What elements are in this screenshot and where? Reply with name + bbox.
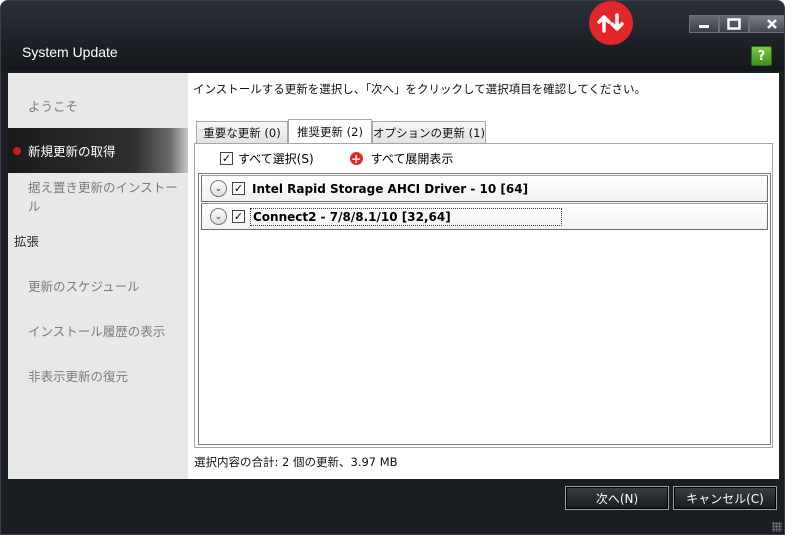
- panel-toolbar: ✓ すべて選択(S) + すべて展開表示: [220, 150, 453, 167]
- selection-summary: 選択内容の合計: 2 個の更新、3.97 MB: [194, 455, 398, 469]
- next-button[interactable]: 次へ(N): [565, 486, 669, 510]
- sidebar-item-install-deferred[interactable]: 据え置き更新のインストール: [8, 173, 188, 218]
- chevron-down-icon[interactable]: ⌄: [210, 180, 227, 197]
- minimize-icon[interactable]: [689, 15, 719, 33]
- app-title: System Update: [22, 44, 118, 60]
- maximize-icon[interactable]: [719, 15, 749, 33]
- update-name: Connect2 - 7/8/8.1/10 [32,64]: [250, 207, 562, 226]
- window-controls: [689, 15, 784, 33]
- active-bullet-icon: [13, 147, 21, 155]
- update-checkbox[interactable]: ✓: [232, 182, 245, 195]
- sidebar-item-label: ようこそ: [28, 99, 79, 114]
- expand-all-link[interactable]: すべて展開表示: [371, 150, 454, 167]
- sidebar-item-label: 据え置き更新のインストール: [28, 179, 178, 214]
- close-icon[interactable]: [749, 15, 784, 33]
- sidebar-item-label: インストール履歴の表示: [28, 324, 166, 339]
- sidebar: ようこそ 新規更新の取得 据え置き更新のインストール 拡張 更新のスケジュール …: [8, 73, 188, 479]
- app-logo-icon: [589, 1, 633, 45]
- updates-list: ⌄ ✓ Intel Rapid Storage AHCI Driver - 10…: [198, 173, 771, 445]
- updates-panel: ✓ すべて選択(S) + すべて展開表示 ⌄ ✓ Intel Rapid Sto…: [194, 143, 773, 448]
- tab-critical-updates[interactable]: 重要な更新 (0): [196, 121, 288, 143]
- sidebar-item-label: 更新のスケジュール: [28, 279, 140, 294]
- chevron-down-icon[interactable]: ⌄: [210, 208, 227, 225]
- sidebar-item-get-new-updates[interactable]: 新規更新の取得: [8, 128, 188, 173]
- select-all-checkbox[interactable]: ✓: [220, 152, 233, 165]
- sidebar-item-restore-hidden[interactable]: 非表示更新の復元: [8, 353, 188, 398]
- help-icon[interactable]: ?: [751, 46, 772, 66]
- sidebar-section-extensions: 拡張: [14, 234, 40, 249]
- sidebar-item-install-history[interactable]: インストール履歴の表示: [8, 308, 188, 353]
- select-all-label[interactable]: すべて選択(S): [238, 150, 314, 167]
- list-item[interactable]: ⌄ ✓ Connect2 - 7/8/8.1/10 [32,64]: [201, 203, 768, 230]
- sidebar-item-welcome[interactable]: ようこそ: [8, 83, 188, 128]
- tab-recommended-updates[interactable]: 推奨更新 (2): [288, 119, 372, 143]
- sidebar-item-label: 非表示更新の復元: [28, 369, 129, 384]
- system-update-window: System Update ? ようこそ 新規更新の取得 据え置き更新のインスト…: [0, 0, 785, 535]
- cancel-button[interactable]: キャンセル(C): [673, 486, 777, 510]
- update-name: Intel Rapid Storage AHCI Driver - 10 [64…: [252, 181, 529, 196]
- plus-icon[interactable]: +: [349, 152, 363, 166]
- sidebar-item-label: 新規更新の取得: [28, 144, 116, 159]
- update-checkbox[interactable]: ✓: [232, 210, 245, 223]
- resize-grip[interactable]: [772, 522, 782, 532]
- list-item[interactable]: ⌄ ✓ Intel Rapid Storage AHCI Driver - 10…: [201, 175, 768, 202]
- sidebar-item-schedule[interactable]: 更新のスケジュール: [8, 263, 188, 308]
- instruction-text: インストールする更新を選択し、「次へ」をクリックして選択項目を確認してください。: [193, 82, 646, 96]
- tab-optional-updates[interactable]: オプションの更新 (1): [372, 121, 486, 143]
- main-content: インストールする更新を選択し、「次へ」をクリックして選択項目を確認してください。…: [188, 73, 779, 479]
